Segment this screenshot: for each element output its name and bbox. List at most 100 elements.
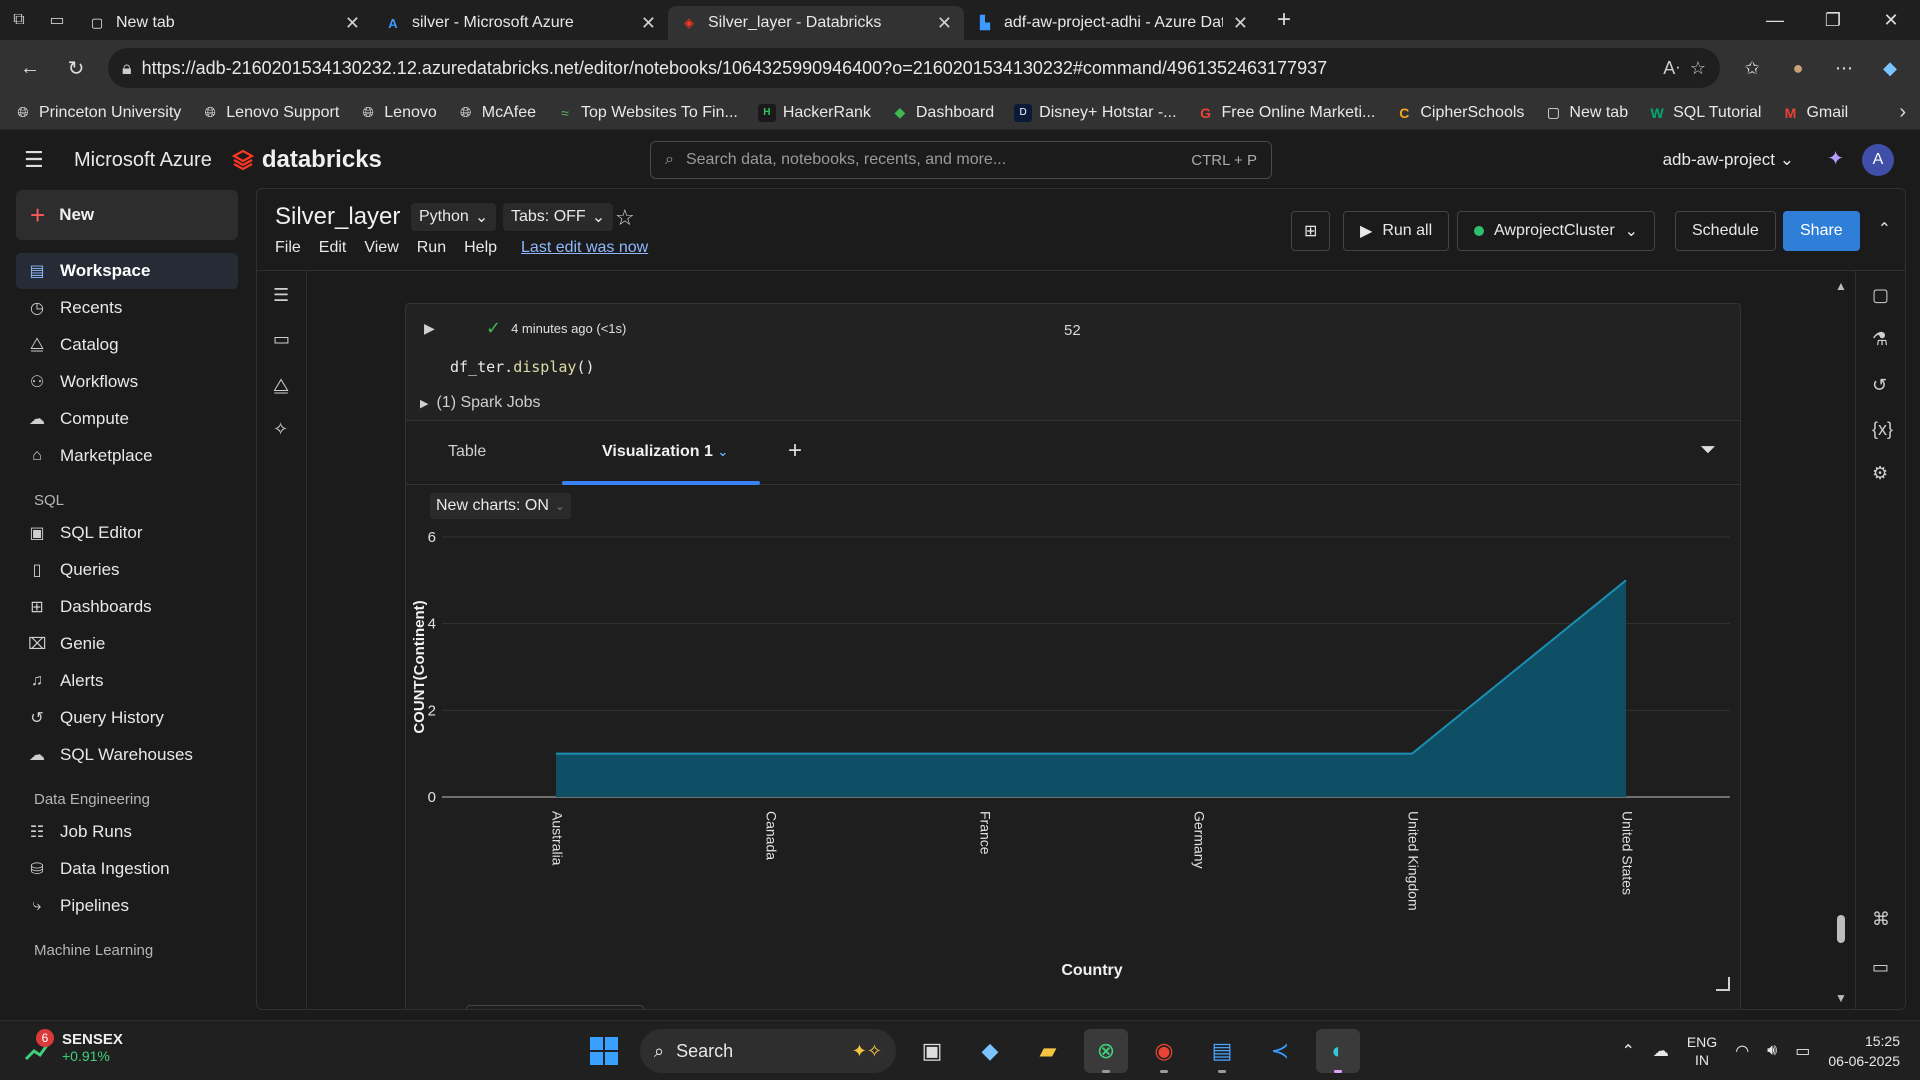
bookmark-item[interactable]: D Disney+ Hotstar -...: [1014, 103, 1177, 122]
restore-icon[interactable]: ❐: [1804, 0, 1862, 40]
notepad-icon[interactable]: ▤: [1200, 1029, 1244, 1073]
scroll-up-icon[interactable]: ▲: [1835, 279, 1847, 293]
menu-icon[interactable]: ☰: [24, 147, 64, 173]
share-button[interactable]: Share: [1783, 211, 1860, 251]
schedule-button[interactable]: Schedule: [1675, 211, 1776, 251]
bookmark-item[interactable]: 🌐︎ Lenovo Support: [201, 104, 340, 122]
favorite-star-icon[interactable]: ☆: [1690, 58, 1706, 79]
bookmark-item[interactable]: G Free Online Marketi...: [1197, 104, 1375, 122]
bookmark-item[interactable]: 🌐︎ McAfee: [457, 104, 536, 122]
comments-icon[interactable]: ▢: [1872, 285, 1889, 306]
refresh-icon[interactable]: ↻: [56, 48, 96, 88]
stock-widget[interactable]: 6 SENSEX +0.91%: [24, 1028, 123, 1064]
close-tab-icon[interactable]: ✕: [937, 13, 952, 34]
profile-icon[interactable]: ●: [1778, 48, 1818, 88]
avatar[interactable]: A: [1862, 144, 1894, 176]
wifi-icon[interactable]: ◠: [1735, 1041, 1749, 1061]
sidebar-item-queries[interactable]: ▯ Queries: [16, 552, 238, 588]
sidebar-item-dashboards[interactable]: ⊞ Dashboards: [16, 589, 238, 625]
global-search[interactable]: ⌕ Search data, notebooks, recents, and m…: [650, 141, 1272, 179]
shortcuts-icon[interactable]: ⌘: [1872, 909, 1890, 930]
sidebar-item-genie[interactable]: ⌧ Genie: [16, 626, 238, 662]
menu-run[interactable]: Run: [417, 239, 446, 257]
browser-tab-adf[interactable]: ▙ adf-aw-project-adhi - Azure Data ✕: [964, 6, 1260, 40]
read-aloud-icon[interactable]: Aᐧ: [1663, 58, 1680, 79]
taskbar-search[interactable]: ⌕ Search ✦✧: [640, 1029, 896, 1073]
sidebar-item-recents[interactable]: ◷ Recents: [16, 290, 238, 326]
assistant-icon[interactable]: ✧: [273, 419, 288, 440]
windows-start-icon[interactable]: [582, 1029, 626, 1073]
new-tab-button[interactable]: +: [1266, 2, 1302, 38]
bookmark-item[interactable]: ◆ Dashboard: [891, 104, 994, 122]
file-explorer-icon[interactable]: ▰: [1026, 1029, 1070, 1073]
add-visualization-button[interactable]: +: [788, 437, 802, 465]
menu-help[interactable]: Help: [464, 239, 497, 257]
sidebar-item-data-ingestion[interactable]: ⛁ Data Ingestion: [16, 851, 238, 887]
sidebar-item-workflows[interactable]: ⚇ Workflows: [16, 364, 238, 400]
bookmark-item[interactable]: M Gmail: [1781, 104, 1849, 122]
browser-tab-azure[interactable]: A silver - Microsoft Azure ✕: [372, 6, 668, 40]
back-icon[interactable]: ←: [10, 48, 50, 88]
close-tab-icon[interactable]: ✕: [1233, 13, 1248, 34]
experiments-icon[interactable]: ⚗: [1872, 329, 1888, 350]
volume-icon[interactable]: 🔊︎: [1767, 1042, 1777, 1060]
settings-icon[interactable]: ⚙: [1872, 463, 1888, 484]
folder-icon[interactable]: ▭: [273, 329, 290, 350]
new-charts-toggle[interactable]: New charts: ON ⌄: [430, 493, 571, 519]
last-edit-link[interactable]: Last edit was now: [521, 239, 648, 257]
language-selector[interactable]: Python ⌄: [411, 203, 497, 231]
vscode-icon[interactable]: ≺: [1258, 1029, 1302, 1073]
sidebar-item-compute[interactable]: ☁︎ Compute: [16, 401, 238, 437]
bookmark-item[interactable]: W SQL Tutorial: [1648, 104, 1762, 122]
close-window-icon[interactable]: ✕: [1862, 0, 1920, 40]
language-indicator[interactable]: ENG IN: [1687, 1033, 1717, 1069]
layout-button[interactable]: ⊞: [1291, 211, 1331, 251]
minimize-icon[interactable]: —: [1746, 0, 1804, 40]
scrollbar[interactable]: ▲ ▼: [1835, 279, 1847, 1005]
favorite-star-icon[interactable]: ☆: [615, 205, 635, 231]
bookmark-item[interactable]: C CipherSchools: [1395, 104, 1524, 122]
sidebar-item-marketplace[interactable]: ⌂ Marketplace: [16, 438, 238, 474]
sidebar-item-job-runs[interactable]: ☷ Job Runs: [16, 814, 238, 850]
scroll-thumb[interactable]: [1837, 915, 1845, 943]
bookmark-item[interactable]: ▢ New tab: [1544, 104, 1628, 122]
chevron-up-icon[interactable]: ⌃: [1621, 1041, 1634, 1061]
sidebar-item-query-history[interactable]: ↺ Query History: [16, 700, 238, 736]
battery-icon[interactable]: ▭: [1795, 1041, 1810, 1061]
task-view-icon[interactable]: ▣: [910, 1029, 954, 1073]
assistant-sparkle-icon[interactable]: ✦: [1827, 146, 1844, 171]
sidebar-item-catalog[interactable]: ⧋ Catalog: [16, 327, 238, 363]
browser-tab-newtab[interactable]: ▢ New tab ✕: [76, 6, 372, 40]
history-icon[interactable]: ↺: [1872, 375, 1887, 396]
bookmark-item[interactable]: 🌐︎ Lenovo: [359, 104, 437, 122]
catalog-icon[interactable]: ⧋: [273, 375, 289, 396]
bookmark-item[interactable]: ≈ Top Websites To Fin...: [556, 104, 738, 122]
resize-handle[interactable]: [1716, 977, 1730, 991]
spark-jobs-toggle[interactable]: ▶ (1) Spark Jobs: [420, 394, 541, 412]
databricks-logo[interactable]: databricks: [231, 146, 382, 174]
workspaces-icon[interactable]: ⧉: [0, 0, 38, 40]
onedrive-icon[interactable]: ☁︎: [1653, 1041, 1669, 1061]
run-cell-icon[interactable]: ▶: [424, 320, 435, 337]
workspace-selector[interactable]: adb-aw-project ⌄: [1663, 150, 1794, 170]
filter-icon[interactable]: ⏷: [1700, 439, 1716, 462]
add-icon[interactable]: +: [420, 1009, 428, 1010]
terminal-icon[interactable]: ▭: [1872, 957, 1889, 978]
toc-icon[interactable]: ☰: [273, 285, 289, 306]
menu-edit[interactable]: Edit: [319, 239, 347, 257]
new-button[interactable]: + New: [16, 190, 238, 240]
more-icon[interactable]: ⋯: [1824, 48, 1864, 88]
edit-visualization-button[interactable]: [466, 1005, 644, 1009]
cell-code[interactable]: df_ter.display(): [450, 358, 595, 376]
notebook-title[interactable]: Silver_layer: [275, 203, 400, 231]
collapse-icon[interactable]: ⌃: [1878, 219, 1891, 239]
tabs-toggle[interactable]: Tabs: OFF ⌄: [503, 203, 614, 231]
edge-icon[interactable]: ◐: [1316, 1029, 1360, 1073]
sidebar-item-workspace[interactable]: ▤ Workspace: [16, 253, 238, 289]
variables-icon[interactable]: {x}: [1872, 419, 1893, 440]
menu-file[interactable]: File: [275, 239, 301, 257]
tab-visualization-1[interactable]: Visualization 1 ⌄: [602, 443, 728, 461]
run-all-button[interactable]: ▶ Run all: [1343, 211, 1450, 251]
bookmark-item[interactable]: 🌐︎ Princeton University: [14, 104, 181, 122]
chevron-right-icon[interactable]: ›: [1899, 101, 1906, 124]
